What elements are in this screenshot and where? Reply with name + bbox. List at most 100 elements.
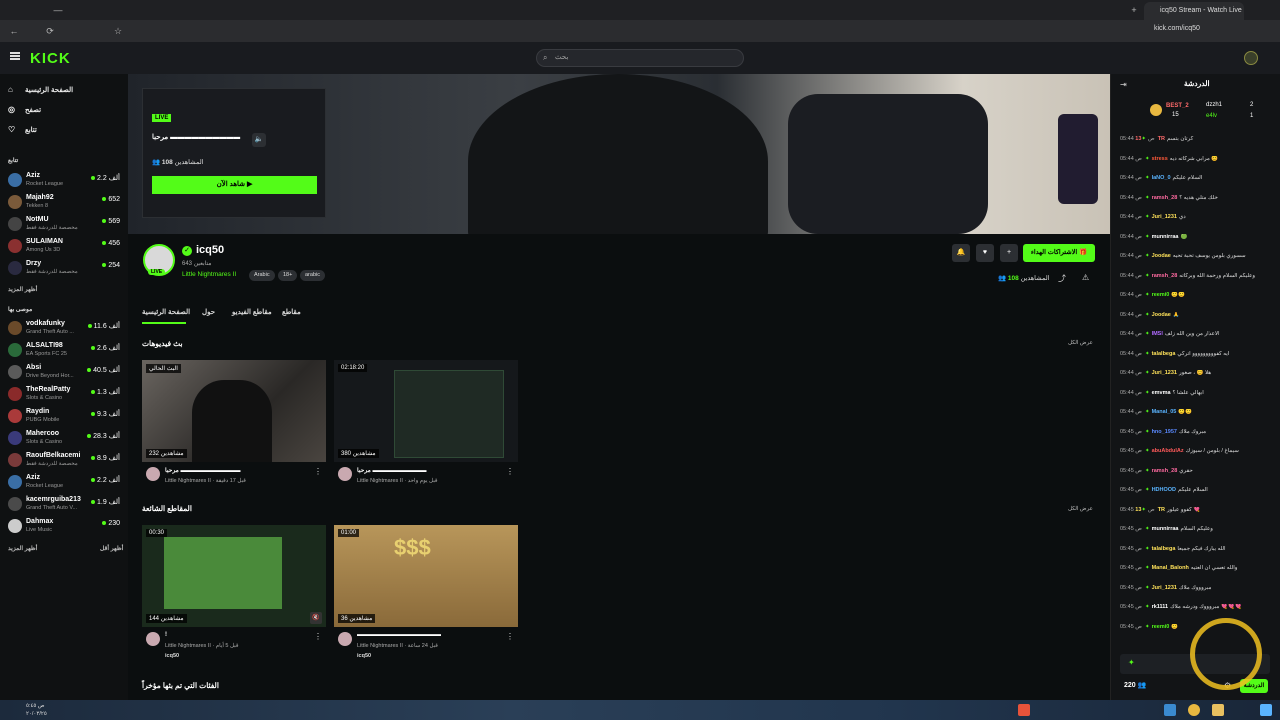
clip-1-avatar[interactable] [146, 632, 160, 646]
chat-username[interactable]: munnirraa [1152, 234, 1179, 240]
clip-1-mute-icon[interactable]: 🔇 [310, 612, 322, 624]
clip-2-more-icon[interactable]: ⋮ [506, 632, 514, 641]
chat-username[interactable]: munnirraa [1152, 526, 1179, 532]
chat-username[interactable]: laNO_0 [1152, 175, 1171, 181]
video-2-title[interactable]: مرحبا ▬▬▬▬▬▬▬▬▬ [357, 467, 427, 474]
sidebar-channel-recommended-0[interactable]: vodkafunky Grand Theft Auto ... 11.6 ألف [8, 318, 120, 338]
chat-username[interactable]: reemi0 [1152, 292, 1170, 298]
clips-see-all[interactable]: عرض الكل [1068, 506, 1093, 512]
follow-heart-icon[interactable]: ♥ [976, 244, 994, 262]
leader-1-name[interactable]: BEST_2 [1166, 103, 1189, 109]
report-icon[interactable]: ⚠ [1082, 273, 1089, 282]
video-1-title[interactable]: مرحبا ▬▬▬▬▬▬▬▬▬▬ [165, 467, 241, 474]
sidebar-channel-recommended-2[interactable]: Absi Drive Beyond Hor... 40.5 ألف [8, 362, 120, 382]
chat-username[interactable]: ramsh_28 [1152, 195, 1178, 201]
chat-username[interactable]: Manal_05 [1152, 409, 1177, 415]
chat-username[interactable]: Juri_1231 [1152, 585, 1177, 591]
taskbar-clock[interactable]: ص ٥:٤٥ ٢٠/٠٣/٢٥ [26, 702, 47, 718]
sidebar-nav-2[interactable]: ♡ تتابع [8, 125, 37, 134]
browser-tab[interactable]: icq50 Stream - Watch Live [1144, 2, 1244, 20]
clip-1-title[interactable]: ! [165, 632, 167, 638]
chat-username[interactable]: hno_1957 [1152, 429, 1177, 435]
sidebar-channel-recommended-4[interactable]: Raydin PUBG Mobile 9.3 ألف [8, 406, 120, 426]
sidebar-channel-following-0[interactable]: Aziz Rocket League 2.2 ألف [8, 170, 120, 190]
collapse-chat-icon[interactable]: ⇥ [1120, 80, 1127, 89]
clip-2-author[interactable]: icq50 [357, 653, 371, 659]
video-2-avatar[interactable] [338, 467, 352, 481]
watch-now-button[interactable]: شاهد الآن ▶ [152, 176, 317, 194]
share-icon[interactable]: ⤴ [1058, 273, 1066, 284]
windows-start-icon[interactable] [1260, 704, 1272, 716]
chat-username[interactable]: abuAbdulAz [1152, 448, 1184, 454]
brave-taskbar-icon[interactable] [1018, 704, 1030, 716]
search-input[interactable]: ⌕ بحث [536, 49, 744, 67]
sidebar-channel-recommended-8[interactable]: kacemrguiba213 Grand Theft Auto V... 1.9 أ… [8, 494, 120, 514]
chat-username[interactable]: rk1111 [1152, 604, 1169, 610]
video-1-more-icon[interactable]: ⋮ [314, 467, 322, 476]
leader-2-name[interactable]: dzzh1 [1206, 102, 1222, 108]
tab-videos[interactable]: مقاطع الفيديو [232, 308, 272, 316]
sidebar-nav-1[interactable]: ◎ تصفح [8, 105, 41, 114]
chat-username[interactable]: Manal_Balonh [1152, 565, 1189, 571]
sidebar-channel-recommended-3[interactable]: TheRealPatty Slots & Casino 1.3 ألف [8, 384, 120, 404]
sidebar-channel-recommended-6[interactable]: RaoufBelkacemi مخصصة للدردشة فقط 8.9 ألف [8, 450, 120, 470]
explorer-taskbar-icon[interactable] [1212, 704, 1224, 716]
sidebar-channel-following-4[interactable]: Drzy مخصصة للدردشة فقط 254 [8, 258, 120, 278]
sidebar-channel-following-3[interactable]: SULAIMAN Among Us 3D 456 [8, 236, 120, 256]
tab-clips[interactable]: مقاطع [282, 308, 301, 316]
sidebar-channel-following-2[interactable]: NotMU مخصصة للدردشة فقط 569 [8, 214, 120, 234]
store-taskbar-icon[interactable] [1164, 704, 1176, 716]
emoji-icon[interactable]: ✦ [1128, 658, 1135, 667]
show-more-recommended[interactable]: أظهر المزيد [8, 545, 37, 552]
chat-username[interactable]: talalbega [1152, 351, 1176, 357]
clip-1-author[interactable]: icq50 [165, 653, 179, 659]
chrome-taskbar-icon[interactable] [1188, 704, 1200, 716]
leader-3-name[interactable]: e4lv [1206, 113, 1217, 119]
tab-home[interactable]: الصفحة الرئيسية [142, 308, 190, 316]
clip-1-more-icon[interactable]: ⋮ [314, 632, 322, 641]
chat-username[interactable]: talalbega [1152, 546, 1176, 552]
clip-thumbnail-1[interactable] [142, 525, 326, 627]
tag-18plus[interactable]: 18+ [278, 270, 298, 281]
clip-thumbnail-2[interactable]: $$$ [334, 525, 518, 627]
video-thumbnail-2[interactable] [334, 360, 518, 462]
chat-username[interactable]: ramsh_28 [1152, 468, 1178, 474]
tab-about[interactable]: حول [202, 308, 215, 316]
chat-username[interactable]: Juri_1231 [1152, 214, 1177, 220]
clip-2-title[interactable]: ▬▬▬▬▬▬▬▬▬▬▬▬▬▬ [357, 632, 441, 638]
sidebar-channel-recommended-7[interactable]: Aziz Rocket League 2.2 ألف [8, 472, 120, 492]
chat-username[interactable]: Joodae [1152, 253, 1171, 259]
clip-2-avatar[interactable] [338, 632, 352, 646]
sidebar-channel-following-1[interactable]: Majah92 Tekken 8 652 [8, 192, 120, 212]
video-thumbnail-1[interactable] [142, 360, 326, 462]
sidebar-channel-recommended-1[interactable]: ALSALTI98 EA Sports FC 25 2.6 ألف [8, 340, 120, 360]
channel-game[interactable]: Little Nightmares II [182, 271, 236, 278]
minimize-icon[interactable]: — [52, 4, 64, 16]
chat-username[interactable]: lMSl [1152, 331, 1163, 337]
video-2-more-icon[interactable]: ⋮ [506, 467, 514, 476]
sidebar-channel-recommended-9[interactable]: Dahmax Live Music 230 [8, 516, 120, 536]
tag-arabic-2[interactable]: arabic [300, 270, 325, 281]
bookmark-icon[interactable]: ☆ [112, 25, 124, 37]
reload-icon[interactable]: ⟳ [44, 25, 56, 37]
chat-username[interactable]: emvma [1152, 390, 1171, 396]
chat-username[interactable]: reemi0 [1152, 624, 1170, 630]
url-bar[interactable]: kick.com/icq50 [1154, 25, 1200, 32]
channel-name[interactable]: icq50 [196, 244, 224, 256]
videos-see-all[interactable]: عرض الكل [1068, 340, 1093, 346]
chat-username[interactable]: Juri_1231 [1152, 370, 1177, 376]
video-1-avatar[interactable] [146, 467, 160, 481]
show-less[interactable]: أظهر أقل [100, 545, 123, 552]
back-icon[interactable]: ← [8, 25, 20, 37]
gift-subscriptions-button[interactable]: الاشتراكات الهداء 🎁 [1023, 244, 1095, 262]
chat-username[interactable]: ramsh_28 [1152, 273, 1178, 279]
sidebar-channel-recommended-5[interactable]: Mahercoo Slots & Casino 28.3 ألف [8, 428, 120, 448]
show-more-following[interactable]: أظهر المزيد [8, 286, 37, 293]
sidebar-nav-0[interactable]: ⌂ الصفحة الرئيسية [8, 85, 73, 94]
menu-icon[interactable] [10, 52, 20, 60]
tag-arabic[interactable]: Arabic [249, 270, 275, 281]
volume-icon[interactable]: 🔈 [252, 133, 266, 147]
chat-username[interactable]: stress [1152, 156, 1168, 162]
chat-username[interactable]: HDHOOD [1152, 487, 1176, 493]
kick-logo[interactable]: KICK [30, 50, 71, 67]
